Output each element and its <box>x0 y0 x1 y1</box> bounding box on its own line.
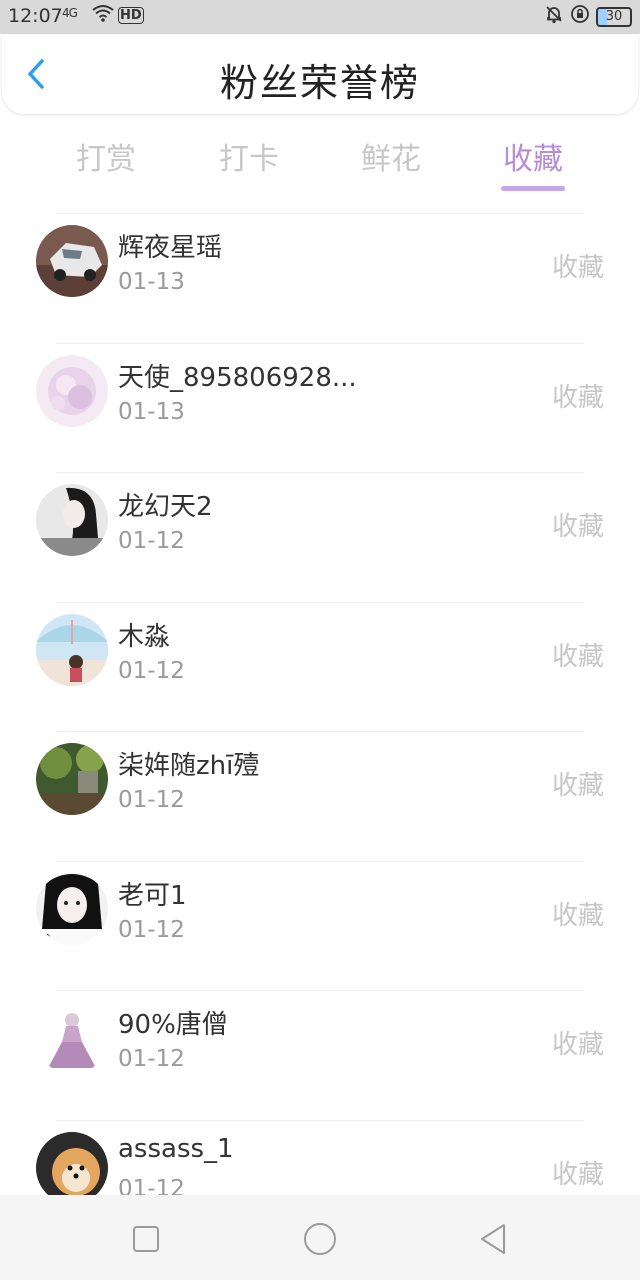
divider <box>56 213 584 214</box>
divider <box>56 342 584 344</box>
list-item[interactable]: 辉夜星瑶 01-13 收藏 <box>0 213 640 343</box>
signal-icon: 4G <box>62 6 78 20</box>
fan-date: 01-12 <box>118 916 185 943</box>
fan-action: 收藏 <box>551 253 604 283</box>
fan-action: 收藏 <box>551 771 604 801</box>
divider <box>56 731 584 732</box>
svg-text:♪: ♪ <box>44 933 50 944</box>
avatar[interactable] <box>36 613 108 686</box>
avatar[interactable] <box>36 484 108 556</box>
divider <box>56 860 584 862</box>
avatar[interactable] <box>36 743 108 815</box>
avatar[interactable] <box>36 1002 108 1074</box>
back-nav-button[interactable] <box>474 1219 514 1259</box>
fan-name: 龙幻天2 <box>118 492 213 522</box>
hd-badge: HD <box>118 7 144 24</box>
status-time: 12:07 <box>8 5 63 27</box>
recent-apps-button[interactable] <box>126 1219 166 1259</box>
list-item[interactable]: 柒姩随zhī殪 01-12 收藏 <box>0 731 640 861</box>
fan-date: 01-12 <box>118 787 185 813</box>
fan-list: 辉夜星瑶 01-13 收藏 天使_895806928... 01-13 收藏 龙… <box>0 213 640 1249</box>
wifi-icon <box>92 4 114 27</box>
fan-name: 90%唐僧 <box>118 1010 228 1040</box>
fan-name: 老可1 <box>118 880 187 911</box>
square-icon <box>133 1226 159 1252</box>
fan-name: 辉夜星瑶 <box>118 233 223 263</box>
list-item[interactable]: 木淼 01-12 收藏 <box>0 601 640 732</box>
status-bar: 12:07 4G HD 30 <box>0 0 640 34</box>
divider <box>56 601 584 603</box>
rotation-lock-icon <box>570 4 590 29</box>
circle-icon <box>304 1223 336 1255</box>
fan-action: 收藏 <box>551 641 604 672</box>
fan-action: 收藏 <box>551 1159 604 1190</box>
avatar[interactable] <box>36 1131 108 1204</box>
divider <box>56 1119 584 1121</box>
page-title: 粉丝荣誉榜 <box>219 61 420 105</box>
page-header: 粉丝荣誉榜 <box>2 34 638 114</box>
fan-date: 01-12 <box>118 657 185 684</box>
avatar[interactable] <box>36 354 108 427</box>
avatar[interactable]: ♪ <box>36 872 108 945</box>
fan-name: 天使_895806928... <box>118 362 357 393</box>
list-item[interactable]: 天使_895806928... 01-13 收藏 <box>0 342 640 473</box>
list-item[interactable]: 90%唐僧 01-12 收藏 <box>0 990 640 1120</box>
fan-date: 01-12 <box>118 1046 185 1072</box>
fan-action: 收藏 <box>551 1030 604 1060</box>
triangle-back-icon <box>481 1224 505 1254</box>
fan-name: 柒姩随zhī殪 <box>118 751 260 781</box>
fan-action: 收藏 <box>551 900 604 931</box>
fan-name: assass_1 <box>118 1133 234 1164</box>
fan-date: 01-13 <box>118 269 185 295</box>
fan-name: 木淼 <box>118 621 171 652</box>
list-item[interactable]: ♪ 老可1 01-12 收藏 <box>0 860 640 991</box>
avatar[interactable] <box>36 225 108 297</box>
fan-date: 01-12 <box>118 528 185 554</box>
tab-checkin[interactable]: 打卡 <box>189 134 309 178</box>
fan-action: 收藏 <box>551 512 604 542</box>
divider <box>56 990 584 991</box>
fan-date: 01-13 <box>118 398 185 425</box>
list-item[interactable]: 龙幻天2 01-12 收藏 <box>0 472 640 602</box>
tab-flowers[interactable]: 鲜花 <box>331 134 451 178</box>
tab-reward[interactable]: 打赏 <box>46 134 166 178</box>
tab-favorites[interactable]: 收藏 <box>473 134 593 178</box>
fan-action: 收藏 <box>551 382 604 413</box>
divider <box>56 472 584 473</box>
active-tab-indicator <box>501 186 565 191</box>
mute-bell-icon <box>544 4 564 29</box>
system-nav-bar <box>0 1195 640 1280</box>
battery-icon: 30 <box>596 6 632 27</box>
home-button[interactable] <box>300 1219 340 1259</box>
